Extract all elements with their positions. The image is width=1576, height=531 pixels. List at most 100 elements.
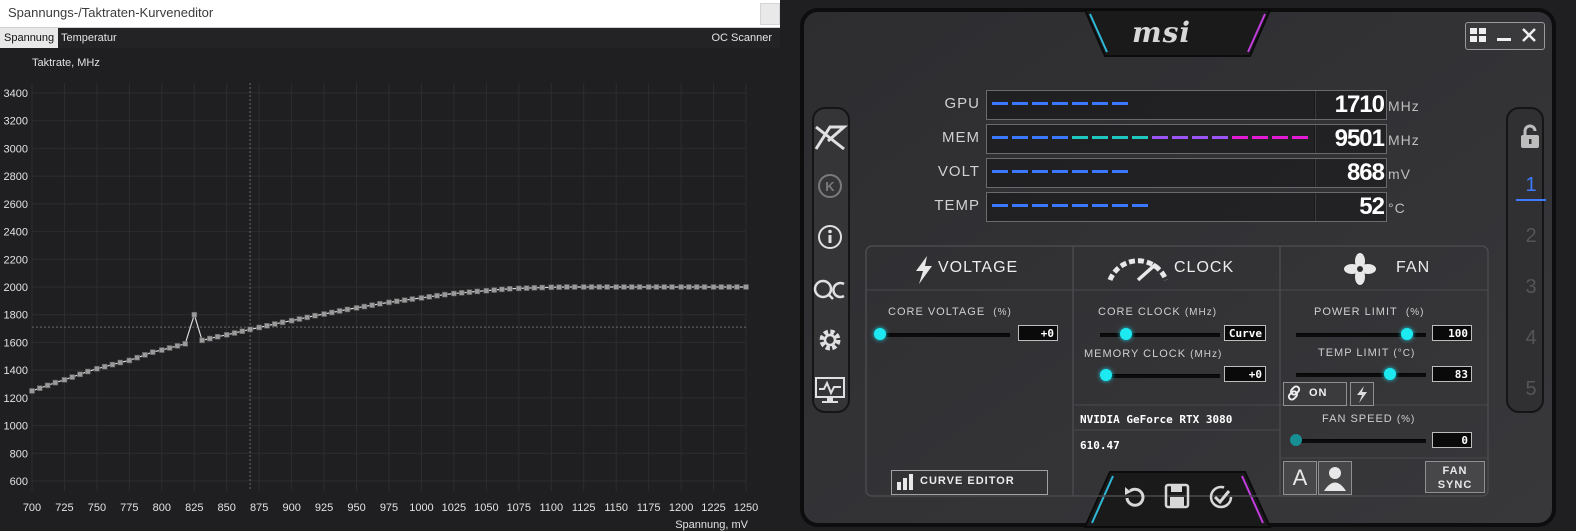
temp-limit-value[interactable]: 83 (1432, 366, 1472, 382)
profile-slot-1[interactable]: 1 (1516, 174, 1546, 201)
monitor-unit-temp: °C (1388, 200, 1406, 216)
curve-editor-button-label: CURVE EDITOR (920, 475, 1015, 487)
monitor-unit-volt: mV (1388, 166, 1411, 182)
curve-point (264, 322, 270, 329)
curve-point (571, 284, 578, 290)
fan-speed-slider-track[interactable] (1296, 439, 1426, 443)
profile-slot-2[interactable]: 2 (1516, 225, 1546, 248)
tab-temperatur[interactable]: Temperatur (57, 28, 121, 48)
curve-point (199, 337, 205, 344)
temp-limit-slider-track[interactable] (1296, 373, 1426, 377)
kombustor-icon[interactable]: K (817, 173, 843, 199)
lock-icon[interactable] (1518, 124, 1542, 150)
oc-scanner-button[interactable]: OC Scanner (707, 28, 776, 48)
monitor-unit-gpu: MHz (1388, 98, 1420, 114)
curve-editor-titlebar[interactable]: Spannungs-/Taktraten-Kurveneditor (0, 0, 780, 28)
monitor-unit-mem: MHz (1388, 132, 1420, 148)
x-tick-label: 875 (250, 502, 268, 514)
curve-point (661, 284, 668, 290)
curve-point (531, 285, 538, 291)
curve-point (117, 359, 124, 366)
curve-point (247, 326, 253, 333)
driver-version: 610.47 (1080, 439, 1120, 452)
clock-section-title: CLOCK (1174, 259, 1235, 276)
fan-user-button[interactable] (1318, 461, 1352, 495)
profile-slot-3[interactable]: 3 (1516, 276, 1546, 299)
fan-sync-button[interactable]: FAN SYNC (1425, 461, 1485, 493)
afterburner-icon[interactable] (808, 123, 852, 153)
monitor-bar-segment (992, 204, 1008, 207)
curve-editor-window: Spannungs-/Taktraten-Kurveneditor Spannu… (0, 0, 780, 531)
memory-clock-slider-track[interactable] (1100, 374, 1220, 378)
fan-speed-slider-knob[interactable] (1290, 434, 1302, 446)
core-voltage-value[interactable]: +0 (1018, 325, 1058, 341)
core-voltage-slider-track[interactable] (880, 333, 1010, 337)
profile-slot-4[interactable]: 4 (1516, 327, 1546, 350)
apply-check-icon[interactable] (1208, 484, 1234, 510)
curve-point (401, 297, 408, 303)
curve-point (499, 286, 505, 293)
y-tick-label: 600 (10, 476, 28, 488)
afterburner-window: msi K 1 2 3 4 5 GPU 1710 MHz MEM 9501 MHz VOLT 868 m… (780, 0, 1576, 531)
core-clock-slider-track[interactable] (1100, 333, 1220, 337)
fan-sync-line-2: SYNC (1437, 479, 1473, 491)
close-icon[interactable] (1520, 27, 1538, 43)
profile-slot-5[interactable]: 5 (1516, 378, 1546, 401)
monitor-bar-segment (1052, 102, 1068, 105)
curve-point (710, 284, 717, 290)
monitor-bar-segment (1112, 102, 1128, 105)
monitor-bar-temp (986, 192, 1316, 222)
fan-speed-value[interactable]: 0 (1432, 432, 1472, 448)
monitor-bar-segment (1032, 136, 1048, 139)
hardware-monitor-icon[interactable] (813, 375, 847, 405)
curve-point (726, 284, 732, 290)
monitor-bar-segment (992, 136, 1008, 139)
curve-point (159, 347, 165, 353)
monitor-bar-segment (1032, 204, 1048, 207)
fan-auto-button[interactable]: A (1283, 461, 1317, 495)
tab-spannung[interactable]: Spannung (0, 28, 59, 48)
monitor-value-volt: 868 (1346, 159, 1385, 186)
close-button[interactable] (760, 3, 780, 25)
windows-icon[interactable] (1469, 27, 1487, 43)
y-tick-label: 3000 (4, 143, 28, 155)
x-tick-label: 725 (55, 502, 73, 514)
curve-point (418, 295, 425, 301)
x-tick-label: 700 (23, 502, 41, 514)
curve-point (344, 306, 351, 313)
voltage-frequency-chart[interactable]: 600 800 1000 1200 1400 1600 1800 2000 2200 2400 26… (0, 48, 780, 531)
info-icon[interactable] (817, 224, 843, 250)
power-limit-value[interactable]: 100 (1432, 325, 1472, 341)
reset-icon[interactable] (1122, 484, 1146, 510)
monitor-bar-segment (1072, 204, 1088, 207)
link-chain-icon[interactable] (1285, 384, 1303, 402)
curve-point (701, 284, 708, 290)
monitor-bar-segment (1012, 102, 1028, 105)
fan-section-title: FAN (1396, 259, 1431, 276)
curve-point (44, 382, 51, 389)
core-clock-value[interactable]: Curve (1224, 325, 1266, 341)
y-tick-label: 2000 (4, 282, 28, 294)
temp-limit-slider-knob[interactable] (1383, 368, 1396, 380)
priority-bolt-icon[interactable] (1350, 382, 1374, 406)
memory-clock-slider-knob[interactable] (1100, 369, 1112, 381)
monitor-label-temp: TEMP (934, 197, 980, 214)
curve-point (377, 300, 383, 307)
monitor-value-gpu: 1710 (1334, 91, 1385, 118)
minimize-button[interactable] (1495, 27, 1513, 43)
core-voltage-slider-knob[interactable] (874, 328, 886, 340)
settings-gear-icon[interactable] (815, 325, 845, 355)
curve-point (669, 284, 675, 290)
memory-clock-value[interactable]: +0 (1224, 366, 1266, 382)
y-tick-label: 800 (10, 448, 28, 460)
monitor-bar-segment (1012, 136, 1028, 139)
oc-scanner-icon[interactable] (812, 275, 848, 305)
curve-editor-button[interactable]: CURVE EDITOR (891, 470, 1048, 495)
power-limit-slider-knob[interactable] (1400, 328, 1413, 340)
y-tick-label: 3400 (4, 88, 28, 100)
memory-clock-label: MEMORY CLOCK (MHz) (1084, 348, 1223, 360)
save-icon[interactable] (1164, 483, 1190, 509)
temp-limit-label: TEMP LIMIT (°C) (1318, 347, 1416, 359)
monitor-label-gpu: GPU (944, 95, 980, 112)
monitor-bar-segment (1012, 170, 1028, 173)
